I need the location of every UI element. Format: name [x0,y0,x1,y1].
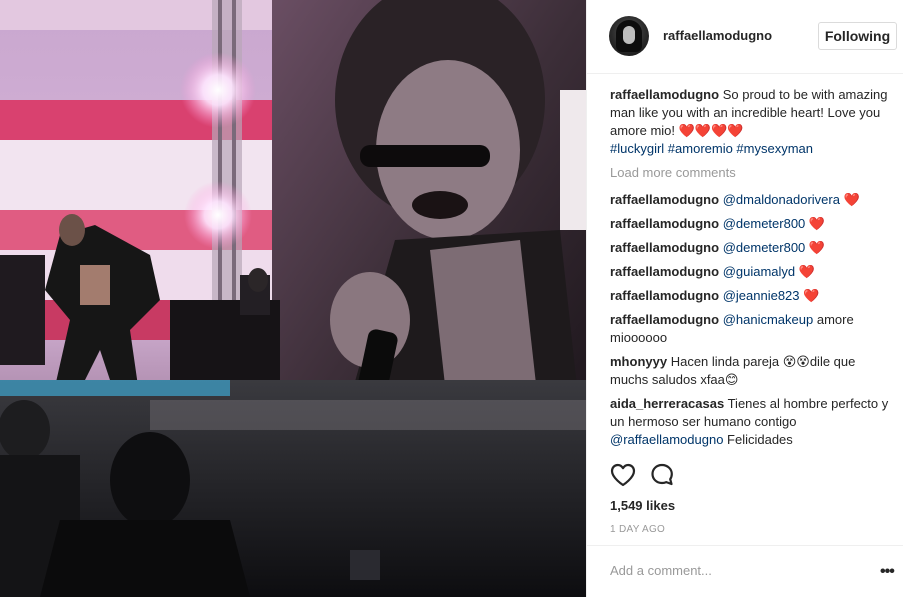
load-more-comments-link[interactable]: Load more comments [610,164,890,182]
heart-emoji: ❤️ [843,192,860,207]
caption: raffaellamodugno So proud to be with ama… [610,86,890,158]
add-comment-input[interactable]: Add a comment... [610,563,712,578]
comment-item: raffaellamodugno @guiamalyd ❤️ [610,263,890,281]
comment-form: Add a comment... ••• [587,545,903,597]
heart-outline-icon[interactable] [610,463,636,492]
comment-mention[interactable]: @demeter800 [723,240,806,255]
comment-username[interactable]: raffaellamodugno [610,288,719,303]
concert-photo [0,0,586,597]
comment-mention[interactable]: @jeannie823 [723,288,800,303]
caption-hearts: ❤️❤️❤️❤️ [678,123,744,138]
caption-hashtags[interactable]: #luckygirl #amoremio #mysexyman [610,141,813,156]
comment-username[interactable]: raffaellamodugno [610,216,719,231]
comment-item: raffaellamodugno @demeter800 ❤️ [610,215,890,233]
post-header: raffaellamodugno Following [587,0,903,74]
likes-count[interactable]: 1,549 likes [610,498,675,513]
comment-username[interactable]: raffaellamodugno [610,192,719,207]
post-photo[interactable] [0,0,586,597]
comment-item: aida_herreracasas Tienes al hombre perfe… [610,395,890,449]
comment-mention[interactable]: @raffaellamodugno [610,432,723,447]
header-username[interactable]: raffaellamodugno [663,28,772,43]
comment-item: raffaellamodugno @demeter800 ❤️ [610,239,890,257]
heart-emoji: ❤️ [808,216,826,231]
comment-username[interactable]: mhonyyy [610,354,667,369]
comment-username[interactable]: raffaellamodugno [610,264,719,279]
comment-item: raffaellamodugno @hanicmakeup amore mioo… [610,311,890,347]
comment-text-after: Felicidades [723,432,793,447]
caption-username[interactable]: raffaellamodugno [610,87,719,102]
comments-list: raffaellamodugno So proud to be with ama… [610,86,890,455]
post-actions [610,463,890,493]
comment-username[interactable]: aida_herreracasas [610,396,724,411]
comment-item: mhonyyy Hacen linda pareja 😵😵dile que mu… [610,353,890,389]
comment-bubble-icon[interactable] [650,463,676,492]
comment-username[interactable]: raffaellamodugno [610,312,719,327]
post-side-panel: raffaellamodugno Following raffaellamodu… [586,0,903,597]
more-options-icon[interactable]: ••• [880,563,895,581]
avatar[interactable] [609,16,649,56]
following-button[interactable]: Following [818,22,897,50]
post-timestamp[interactable]: 1 DAY AGO [610,524,665,535]
heart-emoji: ❤️ [798,264,815,279]
heart-emoji: ❤️ [803,288,820,303]
comment-mention[interactable]: @dmaldonadorivera [723,192,840,207]
comment-item: raffaellamodugno @dmaldonadorivera ❤️ [610,191,890,209]
comment-mention[interactable]: @demeter800 [723,216,806,231]
comment-item: raffaellamodugno @jeannie823 ❤️ [610,287,890,305]
heart-emoji: ❤️ [808,240,826,255]
comment-mention[interactable]: @hanicmakeup [723,312,814,327]
comment-username[interactable]: raffaellamodugno [610,240,719,255]
comment-mention[interactable]: @guiamalyd [723,264,795,279]
